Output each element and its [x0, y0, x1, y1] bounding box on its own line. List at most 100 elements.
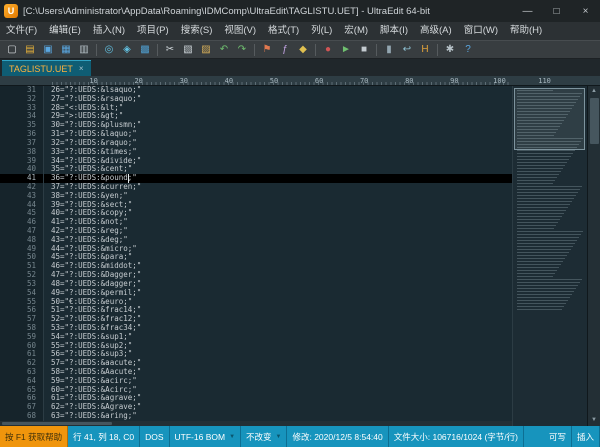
- window-title: [C:\Users\Administrator\AppData\Roaming\…: [23, 6, 513, 17]
- find-in-files-icon[interactable]: ▩: [136, 41, 154, 58]
- undo-icon[interactable]: ↶: [215, 41, 233, 58]
- status-line-ending[interactable]: DOS: [140, 426, 169, 447]
- redo-icon[interactable]: ↷: [233, 41, 251, 58]
- menu-item-file[interactable]: 文件(F): [0, 22, 43, 40]
- minimap-line: [517, 189, 580, 190]
- minimap-line: [517, 213, 564, 214]
- maximize-button[interactable]: □: [542, 0, 571, 22]
- line-number: 54: [0, 289, 44, 298]
- menu-item-window[interactable]: 窗口(W): [458, 22, 504, 40]
- horizontal-scrollbar-thumb[interactable]: [2, 422, 112, 425]
- line-number: 65: [0, 386, 44, 395]
- tab-close-icon[interactable]: ×: [79, 64, 84, 73]
- status-write-mode[interactable]: 可写: [544, 426, 572, 447]
- ruler-number: 90: [450, 77, 458, 85]
- editor-line[interactable]: 6863="?:UEDS:&aring;": [0, 412, 512, 421]
- line-number: 68: [0, 412, 44, 421]
- minimap-line: [517, 207, 568, 208]
- status-highlight[interactable]: 不改变 ▼: [241, 426, 287, 447]
- code-area[interactable]: 3126="?:UEDS:&lsaquo;"3227="?:UEDS:&rsaq…: [0, 86, 512, 426]
- minimap-line: [517, 153, 573, 154]
- minimap-line: [517, 243, 575, 244]
- minimap-viewport[interactable]: [514, 88, 585, 150]
- minimap-line: [517, 165, 565, 166]
- toolbar-separator: [437, 44, 438, 56]
- line-number: 37: [0, 139, 44, 148]
- help-icon[interactable]: ?: [459, 41, 477, 58]
- status-modified: 修改: 2020/12/5 8:54:40: [287, 426, 388, 447]
- minimap[interactable]: [512, 86, 587, 426]
- line-number: 57: [0, 315, 44, 324]
- hex-edit-icon[interactable]: H: [416, 41, 434, 58]
- paste-icon[interactable]: ▨: [197, 41, 215, 58]
- minimap-line: [517, 216, 562, 217]
- status-file-size: 文件大小: 106716/1024 (字节/行): [389, 426, 524, 447]
- ruler-number: 50: [270, 77, 278, 85]
- minimap-line: [517, 264, 561, 265]
- ruler: 102030405060708090100110: [0, 76, 600, 86]
- menu-item-script[interactable]: 脚本(I): [374, 22, 414, 40]
- print-icon[interactable]: ▥: [75, 41, 93, 58]
- line-number: 43: [0, 192, 44, 201]
- save-all-icon[interactable]: ▦: [57, 41, 75, 58]
- menu-item-edit[interactable]: 编辑(E): [43, 22, 87, 40]
- menu-item-project[interactable]: 项目(P): [131, 22, 175, 40]
- line-number: 38: [0, 148, 44, 157]
- menu-item-insert[interactable]: 插入(N): [87, 22, 131, 40]
- vertical-scrollbar-thumb[interactable]: [590, 98, 599, 144]
- minimap-line: [517, 201, 572, 202]
- minimap-line: [517, 177, 557, 178]
- toolbar-separator: [315, 44, 316, 56]
- menu-item-help[interactable]: 帮助(H): [504, 22, 548, 40]
- macro-play-icon[interactable]: ►: [337, 41, 355, 58]
- open-file-icon[interactable]: ▤: [21, 41, 39, 58]
- menu-item-column[interactable]: 列(L): [305, 22, 338, 40]
- line-number: 46: [0, 218, 44, 227]
- menu-item-view[interactable]: 视图(V): [218, 22, 262, 40]
- line-number: 61: [0, 350, 44, 359]
- replace-icon[interactable]: ◈: [118, 41, 136, 58]
- vertical-scrollbar[interactable]: ▲ ▼: [587, 86, 600, 426]
- tab-taglistu[interactable]: TAGLISTU.UET ×: [2, 60, 91, 76]
- line-text: 63="?:UEDS:&aring;": [44, 412, 137, 421]
- menu-item-advanced[interactable]: 高级(A): [414, 22, 458, 40]
- minimize-button[interactable]: —: [513, 0, 542, 22]
- horizontal-scrollbar[interactable]: [0, 421, 512, 426]
- status-encoding-label: UTF-16 BOM: [175, 432, 226, 442]
- column-mode-icon[interactable]: ▮: [380, 41, 398, 58]
- menu-item-search[interactable]: 搜索(S): [175, 22, 219, 40]
- save-icon[interactable]: ▣: [39, 41, 57, 58]
- macro-stop-icon[interactable]: ■: [355, 41, 373, 58]
- toggle-bookmark-icon[interactable]: ⚑: [258, 41, 276, 58]
- function-list-icon[interactable]: ƒ: [276, 41, 294, 58]
- ruler-number: 40: [225, 77, 233, 85]
- cut-icon[interactable]: ✂: [161, 41, 179, 58]
- menu-item-macro[interactable]: 宏(M): [338, 22, 374, 40]
- minimap-line: [517, 273, 555, 274]
- settings-icon[interactable]: ✱: [441, 41, 459, 58]
- minimap-line: [517, 294, 572, 295]
- minimap-line: [517, 162, 567, 163]
- scroll-down-icon[interactable]: ▼: [591, 415, 597, 426]
- status-encoding[interactable]: UTF-16 BOM ▼: [170, 426, 241, 447]
- tag-list-icon[interactable]: ◆: [294, 41, 312, 58]
- word-wrap-icon[interactable]: ↩: [398, 41, 416, 58]
- toolbar-separator: [157, 44, 158, 56]
- new-file-icon[interactable]: ▢: [3, 41, 21, 58]
- minimap-line: [517, 150, 575, 151]
- status-insert-mode[interactable]: 插入: [572, 426, 600, 447]
- minimap-line: [517, 159, 569, 160]
- macro-record-icon[interactable]: ●: [319, 41, 337, 58]
- highlight-dropdown-icon: ▼: [276, 434, 282, 440]
- minimap-line: [517, 282, 580, 283]
- copy-icon[interactable]: ▧: [179, 41, 197, 58]
- minimap-line: [517, 291, 574, 292]
- menu-item-format[interactable]: 格式(T): [262, 22, 305, 40]
- minimap-line: [517, 171, 561, 172]
- close-button[interactable]: ×: [571, 0, 600, 22]
- line-number: 53: [0, 280, 44, 289]
- find-icon[interactable]: ◎: [100, 41, 118, 58]
- scroll-up-icon[interactable]: ▲: [591, 86, 597, 97]
- minimap-line: [517, 288, 576, 289]
- title-bar: U [C:\Users\Administrator\AppData\Roamin…: [0, 0, 600, 22]
